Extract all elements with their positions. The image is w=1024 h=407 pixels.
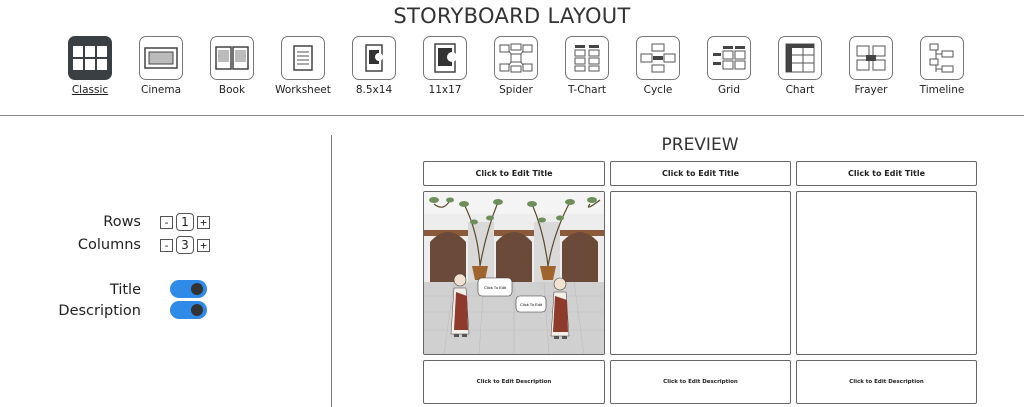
toggle-knob xyxy=(191,283,203,295)
layout-option-cinema[interactable]: Cinema xyxy=(125,36,197,96)
cell-2-title[interactable]: Click to Edit Title xyxy=(610,161,791,186)
grid-layout-icon xyxy=(707,36,751,80)
layout-label: 8.5x14 xyxy=(355,84,393,96)
rows-increment-button[interactable]: + xyxy=(197,215,210,229)
cell-2-scene[interactable] xyxy=(610,191,791,355)
layout-label: Timeline xyxy=(919,84,965,96)
rows-label: Rows xyxy=(103,214,141,230)
layout-label: Book xyxy=(218,84,246,96)
frayer-layout-icon xyxy=(849,36,893,80)
layout-label: Worksheet xyxy=(275,84,331,96)
columns-stepper: - 3 + xyxy=(160,236,210,254)
rows-decrement-button[interactable]: - xyxy=(160,215,173,229)
cycle-layout-icon xyxy=(636,36,680,80)
layout-label: 11x17 xyxy=(428,84,462,96)
layout-option-timeline[interactable]: Timeline xyxy=(906,36,978,96)
timeline-layout-icon xyxy=(920,36,964,80)
cell-3-description[interactable]: Click to Edit Description xyxy=(796,360,977,404)
layout-option-11x17[interactable]: 11x17 xyxy=(409,36,481,96)
cell-1-description[interactable]: Click to Edit Description xyxy=(423,360,605,404)
layout-option-worksheet[interactable]: Worksheet xyxy=(267,36,339,96)
page-11x17-icon xyxy=(423,36,467,80)
speech-bubble-2-text: Click To Edit xyxy=(520,302,543,307)
speech-bubble-1-text: Click To Edit xyxy=(484,285,507,290)
columns-label: Columns xyxy=(77,237,141,253)
chart-layout-icon xyxy=(778,36,822,80)
cell-1-scene[interactable]: Click To Edit Click To Edit xyxy=(423,191,605,355)
layout-option-t-chart[interactable]: T-Chart xyxy=(551,36,623,96)
title-toggle-label: Title xyxy=(109,282,141,298)
t-chart-layout-icon xyxy=(565,36,609,80)
page-8-5x14-icon xyxy=(352,36,396,80)
rows-value: 1 xyxy=(176,213,194,231)
layout-option-book[interactable]: Book xyxy=(196,36,268,96)
layout-option-classic[interactable]: Classic xyxy=(54,36,126,96)
panel-divider xyxy=(331,135,332,407)
columns-decrement-button[interactable]: - xyxy=(160,238,173,252)
page-title: STORYBOARD LAYOUT xyxy=(393,4,631,28)
cell-2-description[interactable]: Click to Edit Description xyxy=(610,360,791,404)
layout-label: Classic xyxy=(71,84,109,96)
layout-label: Chart xyxy=(785,84,815,96)
layout-label: Cycle xyxy=(643,84,673,96)
description-toggle[interactable] xyxy=(170,301,207,319)
layout-label: Frayer xyxy=(854,84,888,96)
layout-selector: Classic Cinema Book Worksheet 8.5x14 11x… xyxy=(54,36,974,102)
layout-option-chart[interactable]: Chart xyxy=(764,36,836,96)
layout-option-8-5x14[interactable]: 8.5x14 xyxy=(338,36,410,96)
layout-label: Spider xyxy=(499,84,533,96)
cell-3-title[interactable]: Click to Edit Title xyxy=(796,161,977,186)
columns-increment-button[interactable]: + xyxy=(197,238,210,252)
layout-option-frayer[interactable]: Frayer xyxy=(835,36,907,96)
layout-label: T-Chart xyxy=(567,84,607,96)
layout-option-cycle[interactable]: Cycle xyxy=(622,36,694,96)
section-divider xyxy=(0,115,1024,116)
preview-title: PREVIEW xyxy=(661,135,739,155)
cell-3-scene[interactable] xyxy=(796,191,977,355)
toggle-knob xyxy=(191,304,203,316)
description-toggle-label: Description xyxy=(58,303,141,319)
worksheet-layout-icon xyxy=(281,36,325,80)
book-layout-icon xyxy=(210,36,254,80)
rows-stepper: - 1 + xyxy=(160,213,210,231)
cell-1-title[interactable]: Click to Edit Title xyxy=(423,161,605,186)
layout-label: Cinema xyxy=(140,84,182,96)
columns-value: 3 xyxy=(176,236,194,254)
title-toggle[interactable] xyxy=(170,280,207,298)
cinema-layout-icon xyxy=(139,36,183,80)
layout-option-spider[interactable]: Spider xyxy=(480,36,552,96)
layout-label: Grid xyxy=(717,84,741,96)
spider-layout-icon xyxy=(494,36,538,80)
courtyard-scene-image: Click To Edit Click To Edit xyxy=(424,192,604,354)
layout-option-grid[interactable]: Grid xyxy=(693,36,765,96)
classic-layout-icon xyxy=(68,36,112,80)
